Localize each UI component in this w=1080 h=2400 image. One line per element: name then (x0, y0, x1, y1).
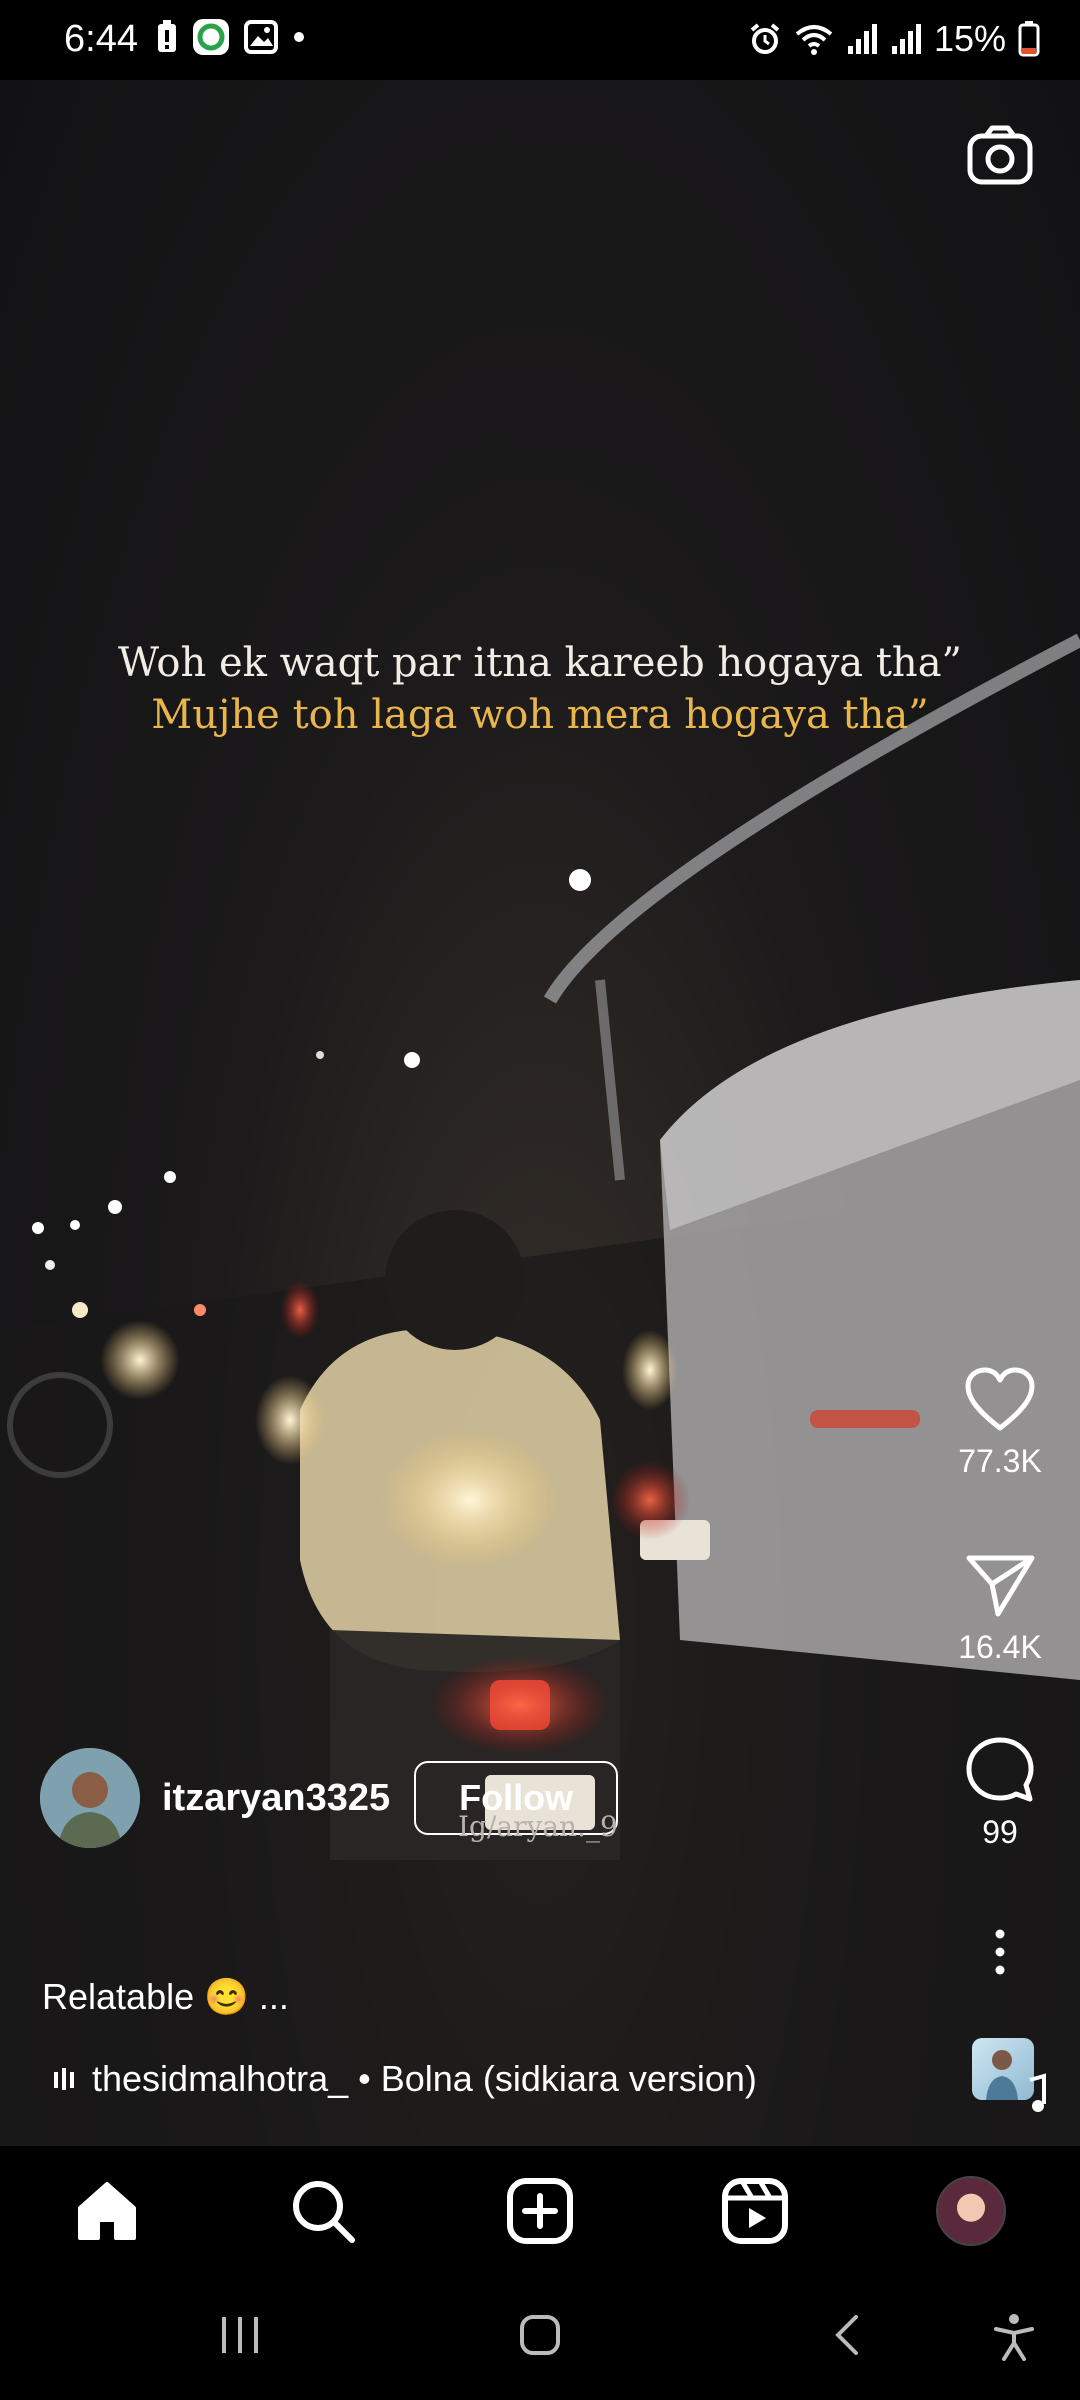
overlay-text-line1: Woh ek waqt par itna kareeb hogaya tha” (117, 640, 962, 686)
status-bar: 6:44 15% (0, 0, 1080, 80)
more-vertical-icon[interactable] (990, 1928, 1010, 1976)
signal-icon-2 (891, 24, 921, 54)
notification-icons (156, 18, 306, 56)
battery-alert-icon (158, 20, 176, 52)
wifi-icon (795, 25, 833, 55)
home-button-icon[interactable] (518, 2313, 562, 2357)
heart-icon[interactable] (964, 1366, 1036, 1432)
comment-action[interactable]: 99 (920, 1735, 1080, 1851)
share-count: 16.4K (958, 1629, 1042, 1665)
dot-icon (294, 32, 304, 42)
like-action[interactable]: 77.3K (920, 1366, 1080, 1480)
recent-apps-icon[interactable] (218, 2313, 262, 2357)
music-note-icon (986, 2050, 1046, 2112)
audio-thumbnail[interactable] (972, 2038, 1046, 2112)
bottom-navigation (0, 2145, 1080, 2276)
battery-percent: 15% (933, 18, 1006, 59)
audio-bars-icon (54, 2068, 74, 2090)
like-count: 77.3K (958, 1443, 1042, 1479)
status-time: 6:44 (64, 18, 138, 60)
search-icon[interactable] (288, 2176, 358, 2246)
back-icon[interactable] (826, 2313, 870, 2357)
more-options[interactable] (920, 1928, 1080, 1981)
gallery-notification-icon (244, 20, 278, 54)
overlay-text-line2: Mujhe toh laga woh mera hogaya tha” (151, 692, 929, 738)
reel-caption[interactable]: Relatable 😊 ... (42, 1976, 289, 2018)
camera-icon[interactable] (964, 120, 1036, 192)
profile-tab[interactable] (936, 2176, 1006, 2246)
share-action[interactable]: 16.4K (920, 1552, 1080, 1666)
audio-row[interactable]: thesidmalhotra_ • Bolna (sidkiara versio… (52, 2058, 757, 2100)
alarm-icon (750, 23, 780, 54)
author-username[interactable]: itzaryan3325 (162, 1777, 390, 1820)
status-right: 15% (748, 18, 1040, 60)
battery-icon (1018, 21, 1040, 57)
comment-icon[interactable] (964, 1735, 1036, 1803)
home-icon[interactable] (72, 2176, 142, 2246)
reels-icon[interactable] (720, 2176, 790, 2246)
author-avatar[interactable] (40, 1748, 140, 1848)
audio-label[interactable]: thesidmalhotra_ • Bolna (sidkiara versio… (92, 2058, 757, 2100)
send-icon[interactable] (964, 1552, 1036, 1618)
plus-square-icon[interactable] (505, 2176, 575, 2246)
profile-avatar (936, 2176, 1006, 2246)
comment-count: 99 (982, 1814, 1018, 1850)
author-avatar-image (40, 1748, 140, 1848)
signal-icon-1 (847, 24, 877, 54)
accessibility-icon[interactable] (992, 2313, 1036, 2361)
system-navigation (0, 2275, 1080, 2400)
video-watermark: Ig/aryan._9 (458, 1810, 618, 1843)
app-notification-icon (193, 19, 229, 55)
